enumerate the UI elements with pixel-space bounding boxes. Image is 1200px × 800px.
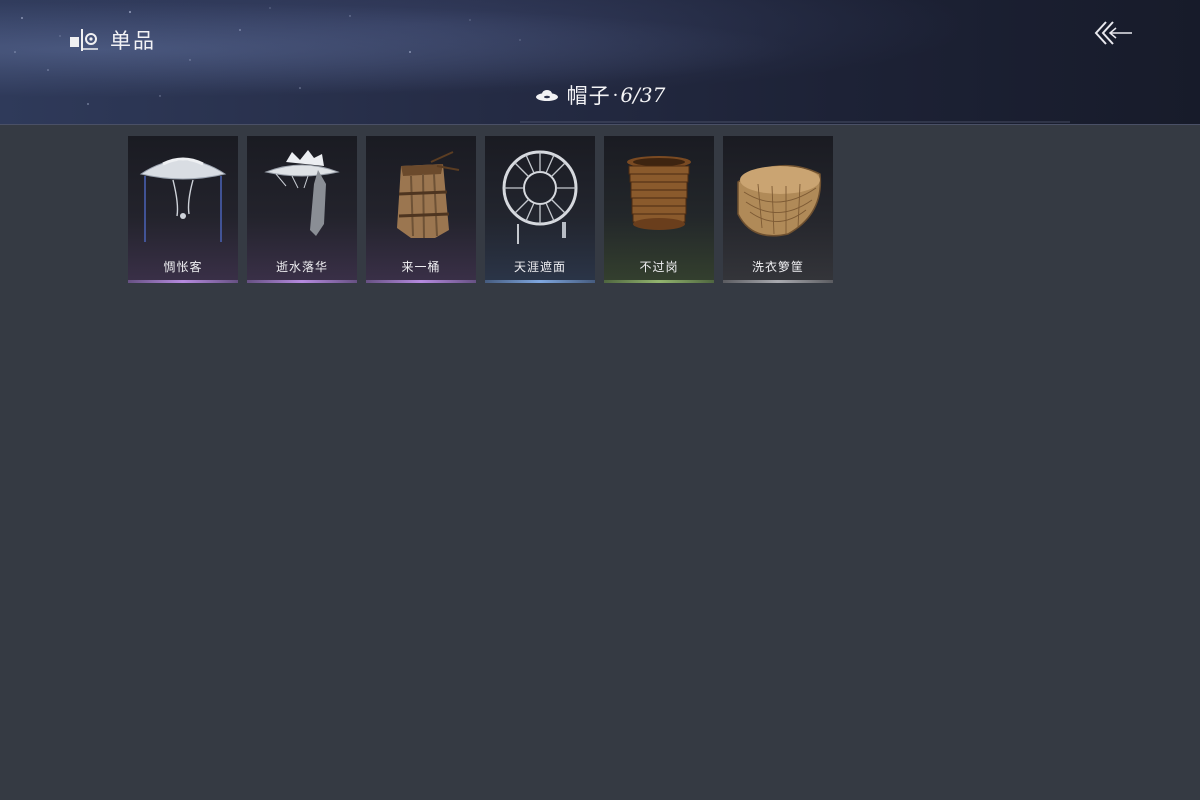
rarity-bar [485, 280, 595, 283]
wicker-basket-hat-icon [737, 164, 822, 237]
wide-veiled-hat-icon [139, 157, 227, 242]
wooden-bucket-hat-icon [397, 151, 460, 239]
brand-label: 单品 [110, 29, 156, 53]
item-name: 不过岗 [639, 260, 679, 274]
back-arrow-icon[interactable] [1094, 18, 1134, 48]
hat-icon [535, 90, 558, 101]
item-grid: 惆怅客 逝水落华 来一桶 天涯遮面 不过岗 洗衣箩筐 [128, 136, 833, 283]
woven-ring-hat-icon [502, 150, 578, 244]
stacked-bowls-hat-icon [627, 156, 691, 230]
flower-hat-with-veil-icon [264, 150, 340, 236]
category-title: 帽子 · 6/37 [0, 80, 1200, 110]
wardrobe-icon [70, 29, 98, 51]
top-bar: 单品 帽子 · 6/37 [0, 0, 1200, 125]
item-name: 天涯遮面 [513, 260, 566, 274]
category-count: 6/37 [620, 83, 666, 107]
item-name: 洗衣箩筐 [751, 260, 804, 274]
rarity-bar [366, 280, 476, 283]
rarity-bar [723, 280, 833, 283]
item-card[interactable]: 惆怅客 [128, 136, 238, 283]
item-name: 逝水落华 [275, 260, 328, 274]
brand: 单品 [68, 24, 156, 56]
rarity-bar [604, 280, 714, 283]
item-card[interactable]: 来一桶 [366, 136, 476, 283]
item-name: 来一桶 [401, 260, 441, 274]
item-card[interactable]: 逝水落华 [247, 136, 357, 283]
item-card[interactable]: 天涯遮面 [485, 136, 595, 283]
rarity-bar [128, 280, 238, 283]
category-separator: · [612, 84, 619, 106]
item-card[interactable]: 不过岗 [604, 136, 714, 283]
category-label: 帽子 [566, 84, 611, 108]
rarity-bar [247, 280, 357, 283]
item-name: 惆怅客 [163, 260, 203, 274]
item-card[interactable]: 洗衣箩筐 [723, 136, 833, 283]
